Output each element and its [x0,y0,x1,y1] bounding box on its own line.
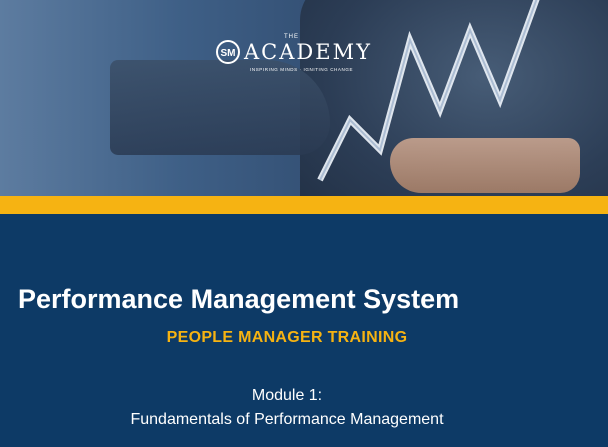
gold-divider [0,196,608,214]
cover-content: Performance Management System PEOPLE MAN… [0,214,608,447]
hero-image: SM THE ACADEMY INSPIRING MINDS · IGNITIN… [0,0,608,196]
logo-tagline: INSPIRING MINDS · IGNITING CHANGE [250,67,354,72]
module-name: Fundamentals of Performance Management [130,411,444,428]
module-label: Module 1: [251,387,323,404]
cover-subtitle: PEOPLE MANAGER TRAINING [166,329,408,346]
growth-arrow-graphic [317,0,540,182]
sm-logo-badge: SM [216,40,240,64]
logo-wordmark: ACADEMY [244,40,372,64]
academy-logo: SM THE ACADEMY INSPIRING MINDS · IGNITIN… [216,34,370,76]
cover-title: Performance Management System [18,284,460,314]
cover-page: SM THE ACADEMY INSPIRING MINDS · IGNITIN… [0,0,608,447]
